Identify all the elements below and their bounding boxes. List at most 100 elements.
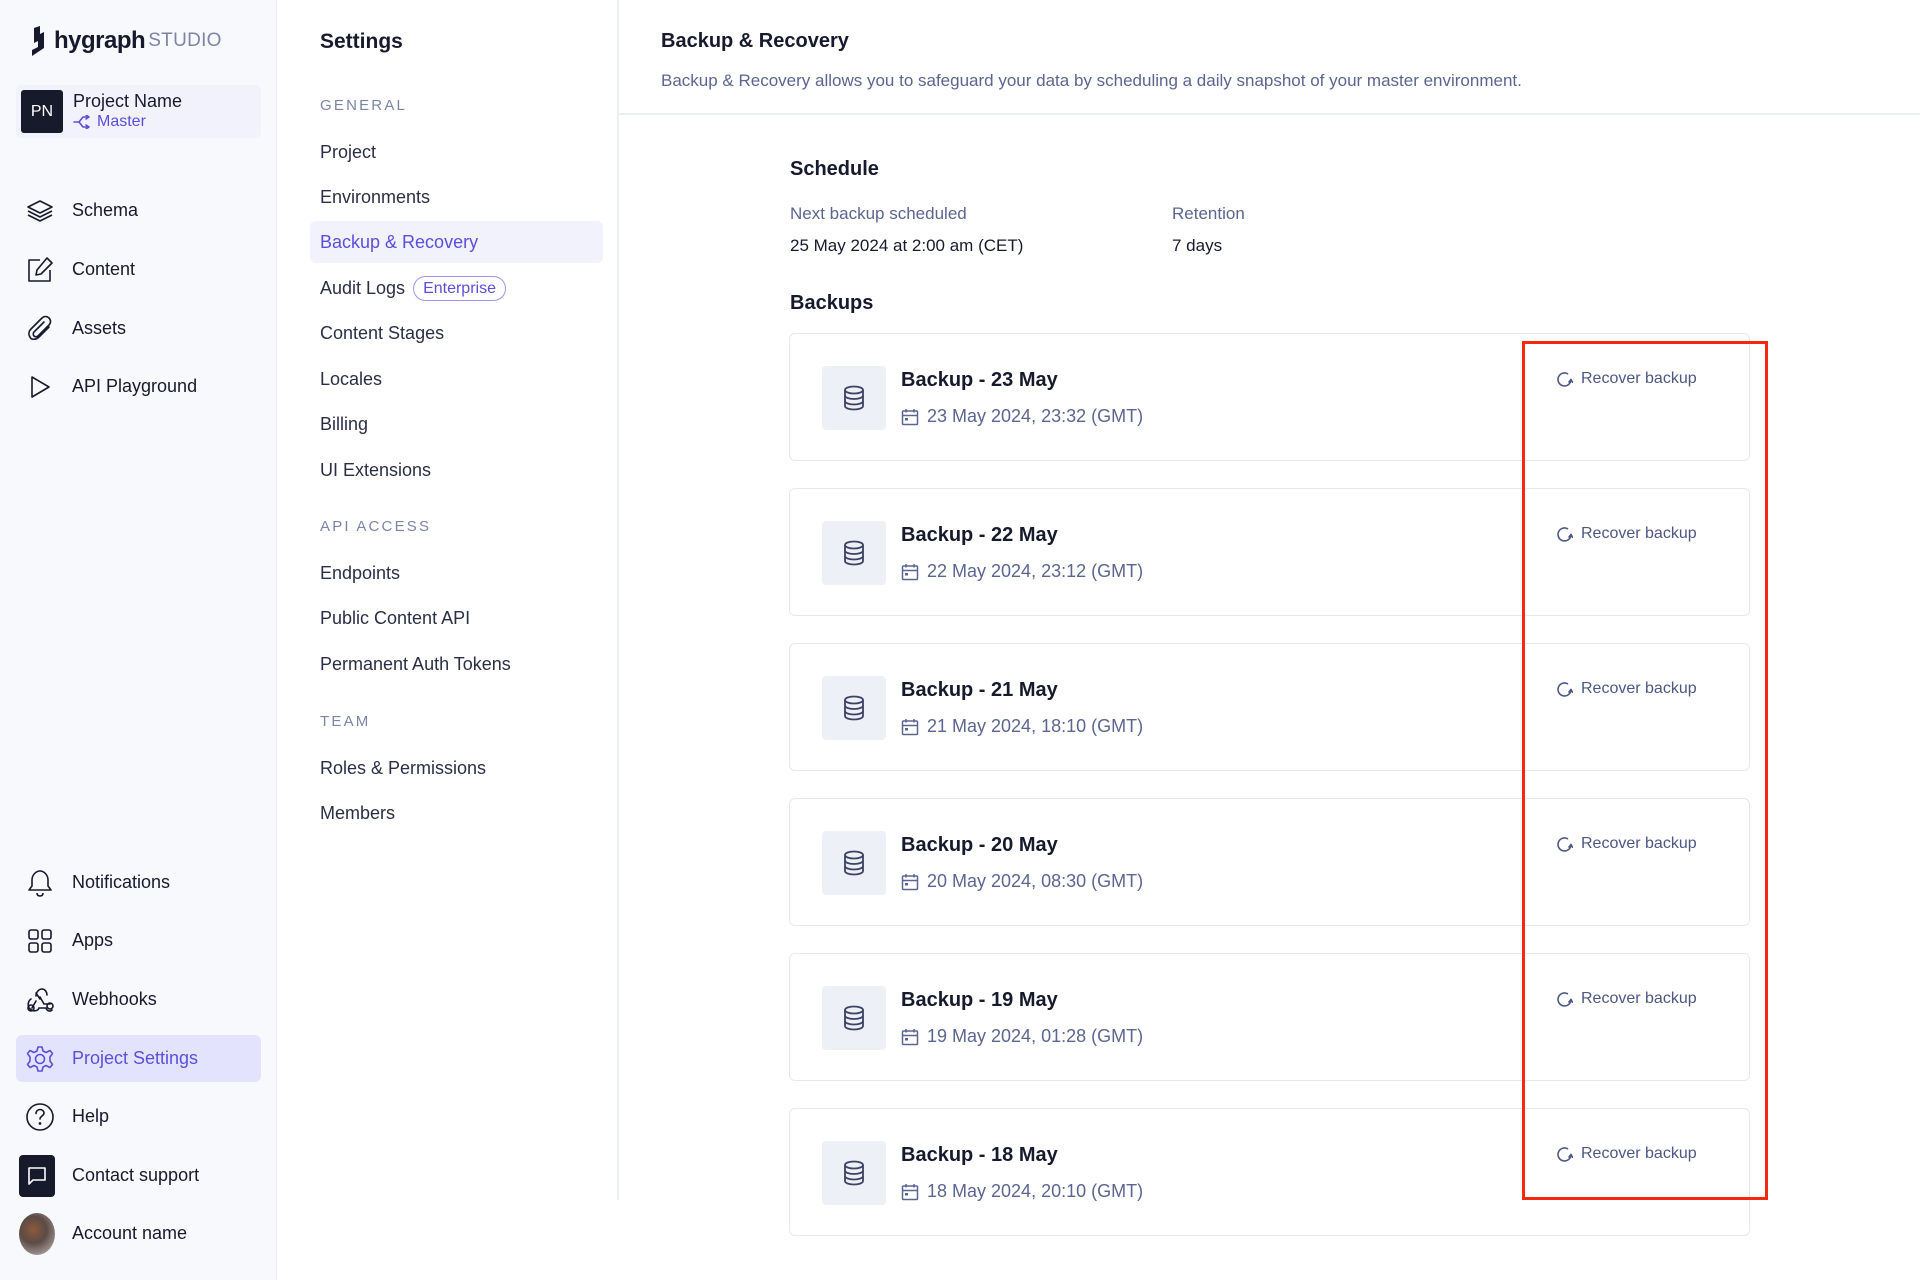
settings-item-billing[interactable]: Billing bbox=[310, 403, 603, 445]
settings-item-endpoints[interactable]: Endpoints bbox=[310, 552, 603, 594]
settings-item-roles-permissions[interactable]: Roles & Permissions bbox=[310, 747, 603, 789]
backup-date-text: 18 May 2024, 20:10 (GMT) bbox=[927, 1181, 1144, 1201]
page-title: Backup & Recovery bbox=[661, 30, 849, 52]
settings-item-content-stages[interactable]: Content Stages bbox=[310, 312, 603, 354]
nav-label: Help bbox=[72, 1106, 110, 1126]
logo-suffix: STUDIO bbox=[148, 30, 222, 51]
backup-date: 23 May 2024, 23:32 (GMT) bbox=[901, 406, 1143, 427]
section-label-general: GENERAL bbox=[320, 97, 408, 114]
project-switcher[interactable]: PN Project Name Master bbox=[16, 85, 261, 138]
recover-backup-button[interactable]: Recover backup bbox=[1556, 370, 1697, 388]
recover-backup-button[interactable]: Recover backup bbox=[1556, 680, 1697, 698]
recover-backup-label: Recover backup bbox=[1581, 680, 1697, 697]
settings-item-backup-recovery[interactable]: Backup & Recovery bbox=[310, 221, 603, 263]
avatar bbox=[19, 1212, 55, 1255]
backup-date: 18 May 2024, 20:10 (GMT) bbox=[901, 1181, 1143, 1202]
settings-item-environments[interactable]: Environments bbox=[310, 176, 603, 218]
recover-backup-label: Recover backup bbox=[1581, 370, 1697, 387]
backup-card: Backup - 21 May 21 May 2024, 18:10 (GMT)… bbox=[789, 643, 1750, 771]
settings-item-audit-logs[interactable]: Audit Logs Enterprise bbox=[310, 267, 603, 309]
nav-label: Webhooks bbox=[72, 989, 157, 1009]
nav-label: Account name bbox=[72, 1223, 188, 1243]
recover-backup-label: Recover backup bbox=[1581, 1145, 1697, 1162]
nav-assets[interactable]: Assets bbox=[16, 305, 261, 352]
chat-icon bbox=[19, 1154, 55, 1197]
edit-icon bbox=[25, 255, 55, 285]
nav-label: Notifications bbox=[72, 872, 171, 892]
paperclip-icon bbox=[25, 314, 55, 344]
project-avatar: PN bbox=[21, 90, 63, 133]
nav-content[interactable]: Content bbox=[16, 246, 261, 293]
nav-account[interactable]: Account name bbox=[16, 1210, 261, 1257]
branch-icon bbox=[73, 115, 90, 129]
settings-item-ui-extensions[interactable]: UI Extensions bbox=[310, 449, 603, 491]
backup-date-text: 23 May 2024, 23:32 (GMT) bbox=[927, 406, 1144, 426]
settings-item-label: Audit Logs bbox=[320, 277, 406, 298]
recover-backup-label: Recover backup bbox=[1581, 835, 1697, 852]
nav-label: Content bbox=[72, 259, 136, 279]
refresh-icon bbox=[1557, 1146, 1573, 1162]
database-icon bbox=[822, 676, 886, 740]
page-description: Backup & Recovery allows you to safeguar… bbox=[661, 71, 1522, 90]
section-label-api-access: API ACCESS bbox=[320, 518, 432, 535]
recover-backup-button[interactable]: Recover backup bbox=[1556, 835, 1697, 853]
backup-date: 19 May 2024, 01:28 (GMT) bbox=[901, 1026, 1143, 1047]
backup-title: Backup - 18 May bbox=[901, 1144, 1058, 1166]
backup-date: 21 May 2024, 18:10 (GMT) bbox=[901, 716, 1143, 737]
calendar-icon bbox=[901, 718, 919, 735]
nav-apps[interactable]: Apps bbox=[16, 917, 261, 964]
settings-item-project[interactable]: Project bbox=[310, 131, 603, 173]
settings-item-permanent-auth-tokens[interactable]: Permanent Auth Tokens bbox=[310, 643, 603, 685]
backup-date: 20 May 2024, 08:30 (GMT) bbox=[901, 871, 1143, 892]
recover-backup-label: Recover backup bbox=[1581, 990, 1697, 1007]
database-icon bbox=[822, 521, 886, 585]
next-backup-label: Next backup scheduled bbox=[790, 204, 967, 223]
backups-heading: Backups bbox=[790, 292, 874, 314]
nav-help[interactable]: Help bbox=[16, 1093, 261, 1140]
nav-contact-support[interactable]: Contact support bbox=[16, 1152, 261, 1199]
backup-date-text: 22 May 2024, 23:12 (GMT) bbox=[927, 561, 1144, 581]
help-circle-icon bbox=[25, 1102, 55, 1132]
page-header: Backup & Recovery Backup & Recovery allo… bbox=[619, 0, 1920, 115]
calendar-icon bbox=[901, 1028, 919, 1045]
settings-item-members[interactable]: Members bbox=[310, 792, 603, 834]
nav-notifications[interactable]: Notifications bbox=[16, 859, 261, 906]
backup-title: Backup - 21 May bbox=[901, 679, 1058, 701]
backup-title: Backup - 22 May bbox=[901, 524, 1058, 546]
retention-label: Retention bbox=[1172, 204, 1245, 223]
recover-backup-button[interactable]: Recover backup bbox=[1556, 525, 1697, 543]
nav-schema[interactable]: Schema bbox=[16, 187, 261, 234]
nav-label: API Playground bbox=[72, 376, 198, 396]
calendar-icon bbox=[901, 408, 919, 425]
environment-name: Master bbox=[97, 113, 146, 130]
calendar-icon bbox=[901, 1183, 919, 1200]
main-sidebar: hygraph STUDIO PN Project Name Master Sc… bbox=[0, 0, 277, 1280]
hygraph-logo-icon bbox=[32, 26, 44, 56]
hygraph-logo[interactable]: hygraph STUDIO bbox=[28, 26, 222, 56]
calendar-icon bbox=[901, 563, 919, 580]
recover-backup-button[interactable]: Recover backup bbox=[1556, 990, 1697, 1008]
nav-label: Schema bbox=[72, 200, 139, 220]
settings-item-locales[interactable]: Locales bbox=[310, 358, 603, 400]
backup-date: 22 May 2024, 23:12 (GMT) bbox=[901, 561, 1143, 582]
retention-value: 7 days bbox=[1172, 236, 1223, 255]
refresh-icon bbox=[1557, 371, 1573, 387]
backup-title: Backup - 19 May bbox=[901, 989, 1058, 1011]
nav-project-settings[interactable]: Project Settings bbox=[16, 1035, 261, 1082]
project-environment: Master bbox=[73, 112, 182, 132]
database-icon bbox=[822, 366, 886, 430]
backup-title: Backup - 20 May bbox=[901, 834, 1058, 856]
nav-webhooks[interactable]: Webhooks bbox=[16, 976, 261, 1023]
database-icon bbox=[822, 1141, 886, 1205]
backup-card: Backup - 22 May 22 May 2024, 23:12 (GMT)… bbox=[789, 488, 1750, 616]
layers-icon bbox=[25, 196, 55, 226]
backup-date-text: 21 May 2024, 18:10 (GMT) bbox=[927, 716, 1144, 736]
bell-icon bbox=[25, 868, 55, 898]
recover-backup-button[interactable]: Recover backup bbox=[1556, 1145, 1697, 1163]
nav-label: Apps bbox=[72, 930, 114, 950]
settings-item-public-content-api[interactable]: Public Content API bbox=[310, 597, 603, 639]
nav-label: Contact support bbox=[72, 1165, 200, 1185]
nav-api-playground[interactable]: API Playground bbox=[16, 363, 261, 410]
apps-grid-icon bbox=[25, 926, 55, 956]
backup-card: Backup - 23 May 23 May 2024, 23:32 (GMT)… bbox=[789, 333, 1750, 461]
